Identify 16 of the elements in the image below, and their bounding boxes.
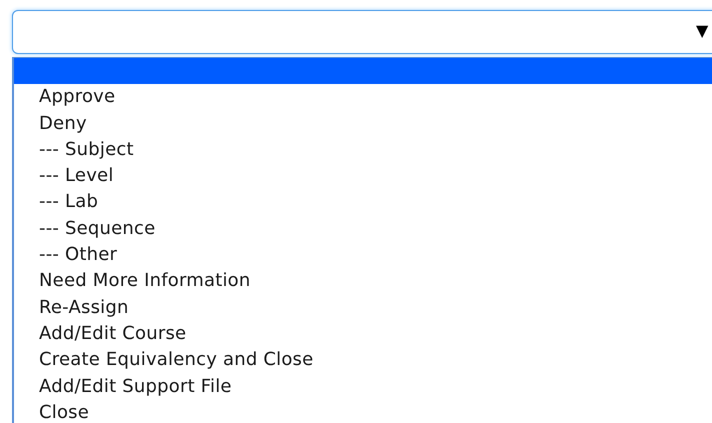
dropdown-option[interactable]: --- Other [14,242,712,268]
dropdown-option[interactable] [14,58,712,84]
dropdown-option[interactable]: --- Level [14,163,712,190]
dropdown-option[interactable]: --- Lab [14,189,712,216]
dropdown-option[interactable]: Add/Edit Support File [14,374,712,400]
dropdown-option[interactable]: Close [14,400,712,423]
dropdown-option[interactable]: Create Equivalency and Close [14,347,712,374]
dropdown-option[interactable]: Need More Information [14,268,712,295]
dropdown-arrow-icon: ▼ [696,21,708,41]
dropdown-option[interactable]: Approve [14,84,712,111]
dropdown-option[interactable]: --- Sequence [14,216,712,242]
dropdown-option[interactable]: Deny [14,110,712,137]
dropdown-option[interactable]: Re-Assign [14,294,712,321]
dropdown-option[interactable]: Add/Edit Course [14,320,712,348]
select-field[interactable]: ▼ [12,10,712,54]
dropdown-option[interactable]: --- Subject [14,136,712,164]
